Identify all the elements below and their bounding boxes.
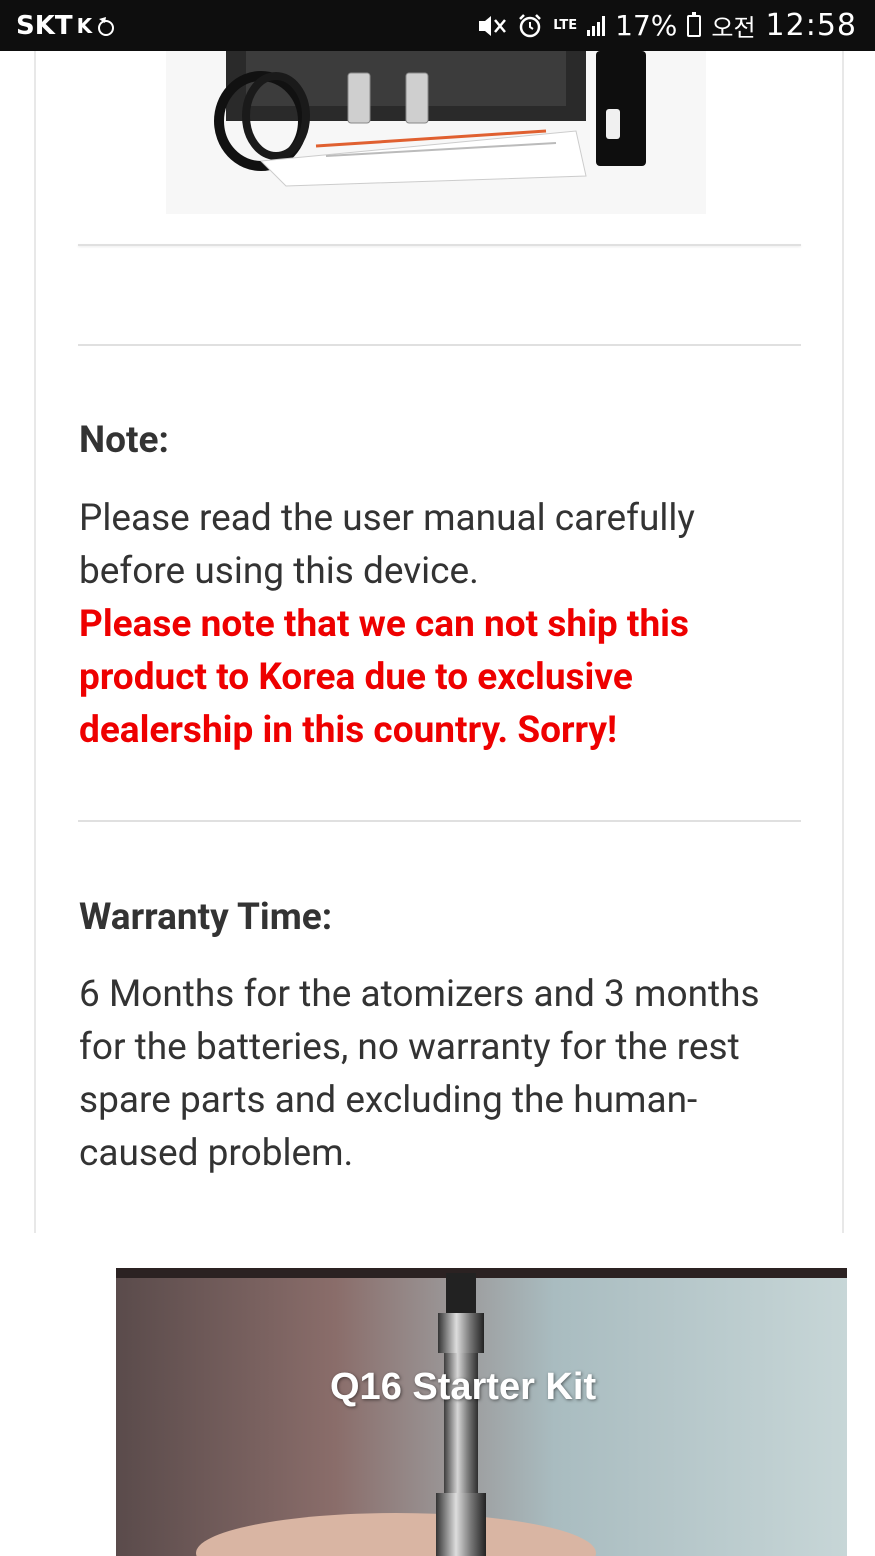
warranty-heading: Warranty Time:	[79, 896, 333, 939]
carrier-badge: K	[76, 13, 92, 38]
shipping-warning-text: Please note that we can not ship this pr…	[79, 603, 689, 752]
divider	[78, 820, 801, 822]
signal-icon	[587, 15, 606, 36]
carrier-label: SKT	[16, 10, 73, 41]
divider	[78, 244, 801, 246]
warranty-body-text: 6 Months for the atomizers and 3 months …	[79, 973, 760, 1175]
status-right: LTE 17% 오전 12:58	[477, 8, 857, 43]
starter-kit-banner-image[interactable]: Q16 Starter Kit	[116, 1268, 847, 1556]
battery-percent: 17%	[615, 9, 678, 42]
divider	[78, 344, 801, 346]
mute-vibrate-icon	[479, 15, 507, 36]
alarm-icon	[519, 13, 542, 37]
clock: 12:58	[765, 8, 857, 43]
ampm-label: 오전	[711, 14, 756, 42]
note-body-text: Please read the user manual carefully be…	[79, 497, 695, 593]
product-kit-image	[166, 51, 706, 214]
call-forward-icon	[98, 16, 115, 36]
status-left: SKT K	[16, 11, 117, 41]
status-bar: SKT K LTE 17% 오전 12:58	[0, 0, 875, 51]
battery-icon	[687, 11, 702, 37]
note-heading: Note:	[79, 419, 169, 462]
product-description-card: Note: Please read the user manual carefu…	[34, 51, 844, 1233]
banner-title: Q16 Starter Kit	[330, 1366, 597, 1408]
network-type-label: LTE	[553, 18, 578, 33]
